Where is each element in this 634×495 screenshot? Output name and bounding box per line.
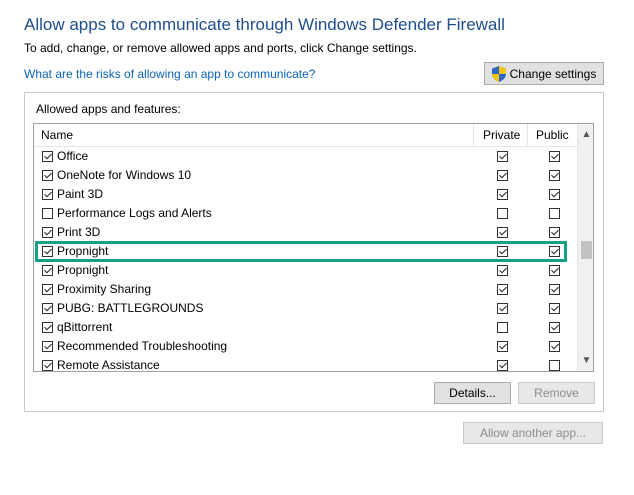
private-checkbox[interactable] bbox=[497, 360, 508, 371]
private-checkbox[interactable] bbox=[497, 227, 508, 238]
allowed-apps-group: Allowed apps and features: Name Private … bbox=[24, 92, 604, 412]
public-checkbox[interactable] bbox=[549, 284, 560, 295]
list-item[interactable]: Recommended Troubleshooting bbox=[34, 337, 577, 356]
enabled-checkbox[interactable] bbox=[42, 170, 53, 181]
list-item[interactable]: Print 3D bbox=[34, 223, 577, 242]
enabled-checkbox[interactable] bbox=[42, 227, 53, 238]
public-checkbox[interactable] bbox=[549, 303, 560, 314]
public-checkbox[interactable] bbox=[549, 227, 560, 238]
app-name: qBittorrent bbox=[57, 320, 113, 334]
public-checkbox[interactable] bbox=[549, 341, 560, 352]
list-item[interactable]: Propnight bbox=[34, 261, 577, 280]
list-item[interactable]: Performance Logs and Alerts bbox=[34, 204, 577, 223]
page-title: Allow apps to communicate through Window… bbox=[24, 15, 505, 34]
enabled-checkbox[interactable] bbox=[42, 246, 53, 257]
app-name: Propnight bbox=[57, 263, 109, 277]
public-checkbox[interactable] bbox=[549, 322, 560, 333]
enabled-checkbox[interactable] bbox=[42, 208, 53, 219]
public-checkbox[interactable] bbox=[549, 208, 560, 219]
enabled-checkbox[interactable] bbox=[42, 265, 53, 276]
private-checkbox[interactable] bbox=[497, 151, 508, 162]
column-divider[interactable] bbox=[527, 124, 528, 147]
chevron-up-icon[interactable]: ▲ bbox=[578, 126, 593, 143]
list-item[interactable]: qBittorrent bbox=[34, 318, 577, 337]
change-settings-label: Change settings bbox=[509, 66, 597, 81]
enabled-checkbox[interactable] bbox=[42, 189, 53, 200]
private-checkbox[interactable] bbox=[497, 284, 508, 295]
column-header-name[interactable]: Name bbox=[41, 128, 73, 142]
list-scrollbar[interactable]: ▲ ▼ bbox=[577, 124, 593, 371]
enabled-checkbox[interactable] bbox=[42, 322, 53, 333]
allowed-apps-label: Allowed apps and features: bbox=[36, 102, 181, 116]
app-name: Print 3D bbox=[57, 225, 101, 239]
app-name: Recommended Troubleshooting bbox=[57, 339, 228, 353]
private-checkbox[interactable] bbox=[497, 322, 508, 333]
allow-another-app-button[interactable]: Allow another app... bbox=[463, 422, 603, 444]
details-button[interactable]: Details... bbox=[434, 382, 511, 404]
column-header-private[interactable]: Private bbox=[483, 128, 520, 142]
column-header-public[interactable]: Public bbox=[536, 128, 569, 142]
enabled-checkbox[interactable] bbox=[42, 341, 53, 352]
page-subtitle: To add, change, or remove allowed apps a… bbox=[24, 41, 417, 55]
remove-button[interactable]: Remove bbox=[518, 382, 595, 404]
list-item[interactable]: Proximity Sharing bbox=[34, 280, 577, 299]
app-name: Remote Assistance bbox=[57, 358, 160, 372]
risks-link[interactable]: What are the risks of allowing an app to… bbox=[24, 67, 315, 81]
private-checkbox[interactable] bbox=[497, 189, 508, 200]
private-checkbox[interactable] bbox=[497, 208, 508, 219]
public-checkbox[interactable] bbox=[549, 360, 560, 371]
list-item[interactable]: PUBG: BATTLEGROUNDS bbox=[34, 299, 577, 318]
list-item[interactable]: Remote Assistance bbox=[34, 356, 577, 372]
list-item[interactable]: Propnight bbox=[34, 242, 577, 261]
enabled-checkbox[interactable] bbox=[42, 284, 53, 295]
app-name: Proximity Sharing bbox=[57, 282, 152, 296]
private-checkbox[interactable] bbox=[497, 246, 508, 257]
private-checkbox[interactable] bbox=[497, 265, 508, 276]
public-checkbox[interactable] bbox=[549, 151, 560, 162]
list-item[interactable]: Office bbox=[34, 147, 577, 166]
list-header: Name Private Public bbox=[34, 124, 577, 147]
app-name: Performance Logs and Alerts bbox=[57, 206, 212, 220]
enabled-checkbox[interactable] bbox=[42, 360, 53, 371]
app-name: Paint 3D bbox=[57, 187, 104, 201]
app-name: PUBG: BATTLEGROUNDS bbox=[57, 301, 204, 315]
private-checkbox[interactable] bbox=[497, 341, 508, 352]
scrollbar-thumb[interactable] bbox=[581, 241, 592, 259]
app-name: Propnight bbox=[57, 244, 109, 258]
app-name: Office bbox=[57, 149, 89, 163]
app-rows: Office OneNote for Windows 10 Paint 3D Perf… bbox=[34, 147, 577, 372]
list-item[interactable]: Paint 3D bbox=[34, 185, 577, 204]
list-item[interactable]: OneNote for Windows 10 bbox=[34, 166, 577, 185]
enabled-checkbox[interactable] bbox=[42, 303, 53, 314]
uac-shield-icon bbox=[491, 65, 506, 82]
chevron-down-icon[interactable]: ▼ bbox=[578, 352, 593, 369]
enabled-checkbox[interactable] bbox=[42, 151, 53, 162]
private-checkbox[interactable] bbox=[497, 170, 508, 181]
public-checkbox[interactable] bbox=[549, 265, 560, 276]
public-checkbox[interactable] bbox=[549, 189, 560, 200]
change-settings-button[interactable]: Change settings bbox=[484, 62, 604, 85]
private-checkbox[interactable] bbox=[497, 303, 508, 314]
allowed-apps-list[interactable]: Name Private Public Office OneNote for Wi… bbox=[33, 123, 594, 372]
column-divider[interactable] bbox=[473, 124, 474, 147]
public-checkbox[interactable] bbox=[549, 246, 560, 257]
public-checkbox[interactable] bbox=[549, 170, 560, 181]
app-name: OneNote for Windows 10 bbox=[57, 168, 192, 182]
